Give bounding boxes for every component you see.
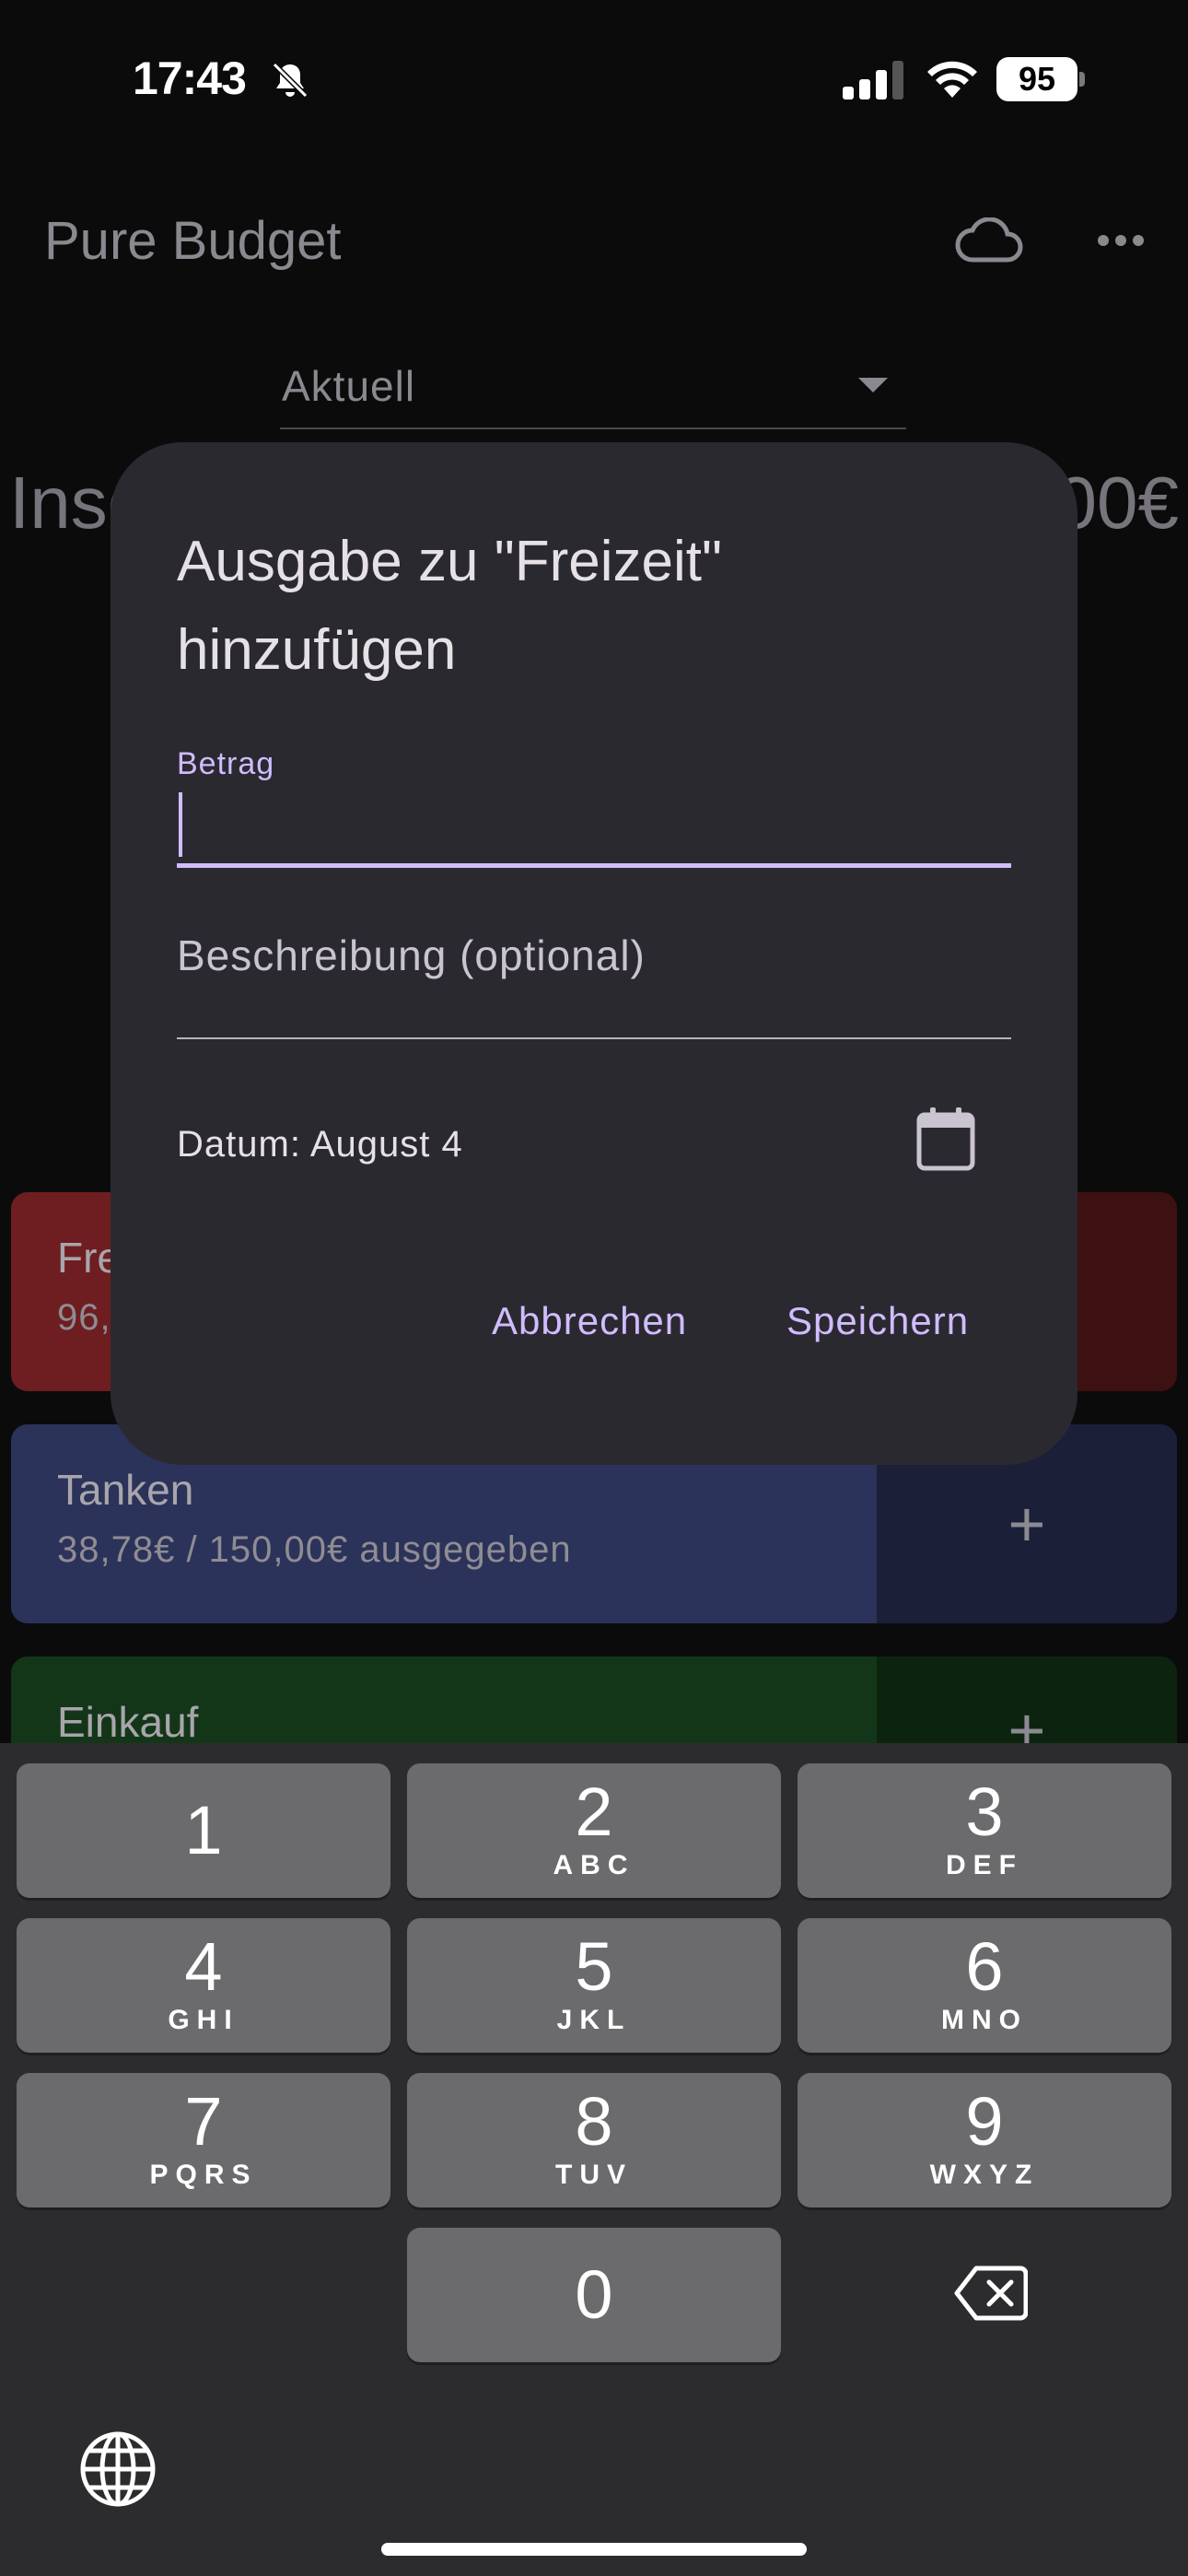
more-icon[interactable] [1096,232,1146,249]
date-text: Datum: August 4 [177,1124,463,1165]
key-digit: 5 [575,1928,613,2005]
home-indicator[interactable] [381,2543,807,2556]
numeric-keyboard: 1 2 ABC 3 DEF 4 GHI 5 JKL 6 MNO 7 PQRS 8 TUV 9W… [0,1743,1188,2576]
category-amount: 96, [57,1297,111,1338]
key-digit: 8 [575,2083,613,2160]
signal-icon [843,61,903,100]
key-digit: 1 [184,1792,223,1868]
key-9[interactable]: 9 WXYZ [798,2073,1171,2207]
key-letters: ABC [553,1850,635,1880]
key-8[interactable]: 8 TUV [407,2073,781,2207]
dropdown-arrow-icon [858,378,888,392]
key-letters: PQRS [149,2160,258,2190]
key-digit: 4 [184,1928,223,2005]
period-dropdown-value: Aktuell [282,362,416,410]
key-letters: GHI [168,2005,239,2035]
text-cursor [179,792,182,857]
category-name: Einkauf [57,1698,199,1746]
add-expense-dialog: Ausgabe zu "Freizeit" hinzufügen Betrag … [111,442,1077,1465]
key-2[interactable]: 2 ABC [407,1763,781,1898]
key-digit: 9 [965,2083,1004,2160]
key-digit: 0 [575,2256,613,2333]
save-button[interactable]: Speichern [786,1299,969,1343]
globe-icon[interactable] [77,2429,158,2510]
key-6[interactable]: 6 MNO [798,1918,1171,2053]
battery-indicator: 95 [996,57,1085,101]
description-placeholder: Beschreibung (optional) [177,931,646,979]
description-field[interactable]: Beschreibung (optional) [177,931,1011,1039]
bell-slash-icon [272,62,309,99]
amount-underline [177,863,1011,868]
key-letters: JKL [556,2005,632,2035]
key-digit: 6 [965,1928,1004,2005]
date-row: Datum: August 4 [177,1106,1011,1179]
key-3[interactable]: 3 DEF [798,1763,1171,1898]
key-digit: 2 [575,1774,613,1850]
key-letters: TUV [555,2160,633,2190]
dialog-title: Ausgabe zu "Freizeit" hinzufügen [177,530,722,682]
amount-field[interactable]: Betrag [177,746,1011,868]
category-amount: 38,78€ / 150,00€ ausgegeben [57,1529,572,1570]
key-7[interactable]: 7 PQRS [17,2073,390,2207]
category-name: Tanken [57,1466,194,1514]
key-digit: 3 [965,1774,1004,1850]
key-5[interactable]: 5 JKL [407,1918,781,2053]
wifi-icon [927,61,977,98]
key-digit: 7 [184,2083,223,2160]
period-dropdown[interactable]: Aktuell [280,350,906,429]
amount-label: Betrag [177,746,275,781]
key-letters: WXYZ [929,2160,1040,2190]
cancel-button[interactable]: Abbrechen [492,1299,687,1343]
key-letters: DEF [946,1850,1023,1880]
key-1[interactable]: 1 [17,1763,390,1898]
battery-nub [1079,72,1085,87]
key-letters: MNO [941,2005,1028,2035]
cloud-icon[interactable] [954,217,1024,263]
battery-level: 95 [996,57,1077,101]
app-title: Pure Budget [44,211,342,271]
status-bar: 17:43 95 [0,0,1188,157]
backspace-icon[interactable] [954,2265,1028,2322]
key-0[interactable]: 0 [407,2228,781,2362]
calendar-icon[interactable] [915,1106,976,1172]
key-4[interactable]: 4 GHI [17,1918,390,2053]
status-time: 17:43 [133,53,247,104]
